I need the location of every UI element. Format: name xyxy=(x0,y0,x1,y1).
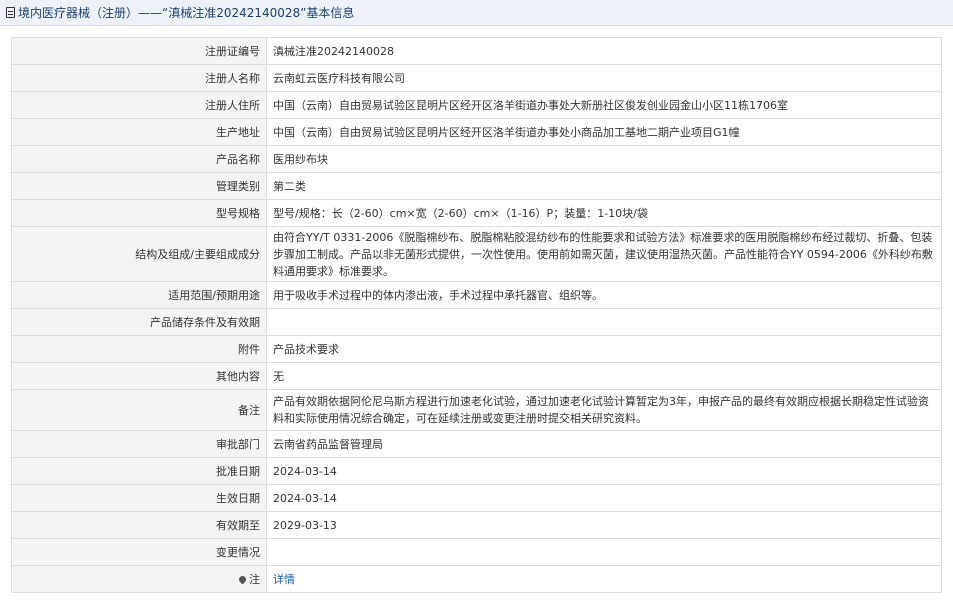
table-row: 备注 产品有效期依据阿伦尼乌斯方程进行加速老化试验，通过加速老化试验计算暂定为3… xyxy=(11,389,942,431)
table-row: 审批部门 云南省药品监督管理局 xyxy=(11,430,942,458)
row-value xyxy=(266,308,942,336)
table-row: 附件 产品技术要求 xyxy=(11,335,942,363)
row-label: 注册证编号 xyxy=(11,37,267,65)
row-label: 其他内容 xyxy=(11,362,267,390)
row-label: 注册人住所 xyxy=(11,91,267,119)
row-label: 备注 xyxy=(11,389,267,431)
table-row: 型号规格 型号/规格：长（2-60）cm×宽（2-60）cm×（1-16）P；装… xyxy=(11,199,942,227)
note-value-cell: 详情 xyxy=(266,565,942,593)
row-value: 由符合YY/T 0331-2006《脱脂棉纱布、脱脂棉粘胶混纺纱布的性能要求和试… xyxy=(266,226,942,282)
row-label: 批准日期 xyxy=(11,457,267,485)
row-label: 适用范围/预期用途 xyxy=(11,281,267,309)
table-row: 适用范围/预期用途 用于吸收手术过程中的体内渗出液，手术过程中承托器官、组织等。 xyxy=(11,281,942,309)
row-value: 云南虹云医疗科技有限公司 xyxy=(266,64,942,92)
row-label: 变更情况 xyxy=(11,538,267,566)
row-value: 滇械注准20242140028 xyxy=(266,37,942,65)
table-row: 注册人名称 云南虹云医疗科技有限公司 xyxy=(11,64,942,92)
table-row: 生产地址 中国（云南）自由贸易试验区昆明片区经开区洛羊街道办事处小商品加工基地二… xyxy=(11,118,942,146)
page-title: 境内医疗器械（注册）——“滇械注准20242140028”基本信息 xyxy=(18,6,355,20)
row-label: 产品储存条件及有效期 xyxy=(11,308,267,336)
row-value: 中国（云南）自由贸易试验区昆明片区经开区洛羊街道办事处大新册社区俊发创业园金山小… xyxy=(266,91,942,119)
table-row: 有效期至 2029-03-13 xyxy=(11,511,942,539)
row-value: 产品有效期依据阿伦尼乌斯方程进行加速老化试验，通过加速老化试验计算暂定为3年，申… xyxy=(266,389,942,431)
document-icon xyxy=(6,7,15,18)
row-label: 生效日期 xyxy=(11,484,267,512)
table-row: 生效日期 2024-03-14 xyxy=(11,484,942,512)
row-value: 中国（云南）自由贸易试验区昆明片区经开区洛羊街道办事处小商品加工基地二期产业项目… xyxy=(266,118,942,146)
row-label: 结构及组成/主要组成成分 xyxy=(11,226,267,282)
page-header: 境内医疗器械（注册）——“滇械注准20242140028”基本信息 xyxy=(0,0,953,26)
table-row: 产品名称 医用纱布块 xyxy=(11,145,942,173)
table-row: 其他内容 无 xyxy=(11,362,942,390)
row-value: 医用纱布块 xyxy=(266,145,942,173)
row-label: 附件 xyxy=(11,335,267,363)
row-value: 无 xyxy=(266,362,942,390)
row-value: 2024-03-14 xyxy=(266,484,942,512)
table-row: 管理类别 第二类 xyxy=(11,172,942,200)
row-value: 产品技术要求 xyxy=(266,335,942,363)
table-row: 批准日期 2024-03-14 xyxy=(11,457,942,485)
row-value: 型号/规格：长（2-60）cm×宽（2-60）cm×（1-16）P；装量：1-1… xyxy=(266,199,942,227)
table-row: 注册证编号 滇械注准20242140028 xyxy=(11,37,942,65)
table-row: 注册人住所 中国（云南）自由贸易试验区昆明片区经开区洛羊街道办事处大新册社区俊发… xyxy=(11,91,942,119)
table-row: 变更情况 xyxy=(11,538,942,566)
note-label: 注 xyxy=(249,572,260,586)
detail-link[interactable]: 详情 xyxy=(273,573,295,586)
table-row: 产品储存条件及有效期 xyxy=(11,308,942,336)
row-value: 云南省药品监督管理局 xyxy=(266,430,942,458)
row-value: 用于吸收手术过程中的体内渗出液，手术过程中承托器官、组织等。 xyxy=(266,281,942,309)
row-value: 第二类 xyxy=(266,172,942,200)
row-label: 型号规格 xyxy=(11,199,267,227)
info-table: 注册证编号 滇械注准20242140028 注册人名称 云南虹云医疗科技有限公司… xyxy=(11,37,942,593)
note-row: 注 详情 xyxy=(11,565,942,593)
row-label: 生产地址 xyxy=(11,118,267,146)
row-label: 管理类别 xyxy=(11,172,267,200)
row-value: 2024-03-14 xyxy=(266,457,942,485)
row-label: 审批部门 xyxy=(11,430,267,458)
note-label-cell: 注 xyxy=(11,565,267,593)
table-row: 结构及组成/主要组成成分 由符合YY/T 0331-2006《脱脂棉纱布、脱脂棉… xyxy=(11,226,942,282)
pin-icon xyxy=(237,574,248,585)
row-label: 产品名称 xyxy=(11,145,267,173)
row-value: 2029-03-13 xyxy=(266,511,942,539)
row-label: 注册人名称 xyxy=(11,64,267,92)
row-label: 有效期至 xyxy=(11,511,267,539)
row-value xyxy=(266,538,942,566)
